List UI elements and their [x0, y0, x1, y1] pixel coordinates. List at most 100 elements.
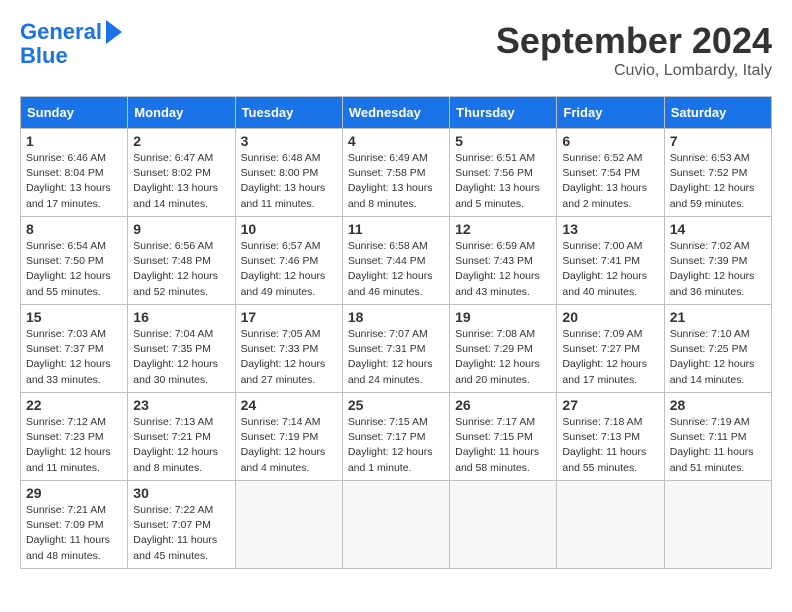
- day-info: Sunrise: 7:12 AM Sunset: 7:23 PM Dayligh…: [26, 415, 122, 476]
- sunrise-label: Sunrise: 7:09 AM: [562, 328, 642, 340]
- day-number: 21: [670, 309, 766, 325]
- sunset-label: Sunset: 7:52 PM: [670, 167, 748, 179]
- col-thursday: Thursday: [450, 97, 557, 129]
- day-info: Sunrise: 6:48 AM Sunset: 8:00 PM Dayligh…: [241, 151, 337, 212]
- sunset-label: Sunset: 7:15 PM: [455, 431, 533, 443]
- day-info: Sunrise: 6:59 AM Sunset: 7:43 PM Dayligh…: [455, 239, 551, 300]
- day-number: 18: [348, 309, 444, 325]
- col-saturday: Saturday: [664, 97, 771, 129]
- day-info: Sunrise: 7:18 AM Sunset: 7:13 PM Dayligh…: [562, 415, 658, 476]
- sunset-label: Sunset: 7:37 PM: [26, 343, 104, 355]
- table-row: [235, 481, 342, 569]
- table-row: 4 Sunrise: 6:49 AM Sunset: 7:58 PM Dayli…: [342, 129, 449, 217]
- daylight-label: Daylight: 12 hours and 46 minutes.: [348, 270, 433, 297]
- sunrise-label: Sunrise: 6:53 AM: [670, 152, 750, 164]
- sunset-label: Sunset: 7:48 PM: [133, 255, 211, 267]
- table-row: 20 Sunrise: 7:09 AM Sunset: 7:27 PM Dayl…: [557, 305, 664, 393]
- day-number: 19: [455, 309, 551, 325]
- table-row: 11 Sunrise: 6:58 AM Sunset: 7:44 PM Dayl…: [342, 217, 449, 305]
- daylight-label: Daylight: 11 hours and 48 minutes.: [26, 534, 110, 561]
- sunset-label: Sunset: 7:11 PM: [670, 431, 747, 443]
- day-number: 24: [241, 397, 337, 413]
- sunrise-label: Sunrise: 6:48 AM: [241, 152, 321, 164]
- sunrise-label: Sunrise: 7:07 AM: [348, 328, 428, 340]
- day-info: Sunrise: 6:53 AM Sunset: 7:52 PM Dayligh…: [670, 151, 766, 212]
- sunset-label: Sunset: 7:07 PM: [133, 519, 211, 531]
- sunrise-label: Sunrise: 6:56 AM: [133, 240, 213, 252]
- sunset-label: Sunset: 7:58 PM: [348, 167, 426, 179]
- calendar-row: 22 Sunrise: 7:12 AM Sunset: 7:23 PM Dayl…: [21, 393, 772, 481]
- table-row: 27 Sunrise: 7:18 AM Sunset: 7:13 PM Dayl…: [557, 393, 664, 481]
- table-row: [557, 481, 664, 569]
- daylight-label: Daylight: 13 hours and 5 minutes.: [455, 182, 540, 209]
- day-info: Sunrise: 7:04 AM Sunset: 7:35 PM Dayligh…: [133, 327, 229, 388]
- table-row: 19 Sunrise: 7:08 AM Sunset: 7:29 PM Dayl…: [450, 305, 557, 393]
- table-row: [664, 481, 771, 569]
- day-number: 28: [670, 397, 766, 413]
- table-row: [342, 481, 449, 569]
- table-row: 21 Sunrise: 7:10 AM Sunset: 7:25 PM Dayl…: [664, 305, 771, 393]
- daylight-label: Daylight: 12 hours and 20 minutes.: [455, 358, 540, 385]
- daylight-label: Daylight: 12 hours and 1 minute.: [348, 446, 433, 473]
- day-number: 3: [241, 133, 337, 149]
- sunrise-label: Sunrise: 7:14 AM: [241, 416, 321, 428]
- table-row: 8 Sunrise: 6:54 AM Sunset: 7:50 PM Dayli…: [21, 217, 128, 305]
- calendar-row: 29 Sunrise: 7:21 AM Sunset: 7:09 PM Dayl…: [21, 481, 772, 569]
- table-row: 30 Sunrise: 7:22 AM Sunset: 7:07 PM Dayl…: [128, 481, 235, 569]
- day-info: Sunrise: 7:08 AM Sunset: 7:29 PM Dayligh…: [455, 327, 551, 388]
- sunrise-label: Sunrise: 6:46 AM: [26, 152, 106, 164]
- day-number: 10: [241, 221, 337, 237]
- table-row: 9 Sunrise: 6:56 AM Sunset: 7:48 PM Dayli…: [128, 217, 235, 305]
- calendar-row: 8 Sunrise: 6:54 AM Sunset: 7:50 PM Dayli…: [21, 217, 772, 305]
- sunset-label: Sunset: 7:46 PM: [241, 255, 319, 267]
- day-number: 7: [670, 133, 766, 149]
- day-info: Sunrise: 7:09 AM Sunset: 7:27 PM Dayligh…: [562, 327, 658, 388]
- sunset-label: Sunset: 7:54 PM: [562, 167, 640, 179]
- day-number: 23: [133, 397, 229, 413]
- day-info: Sunrise: 7:05 AM Sunset: 7:33 PM Dayligh…: [241, 327, 337, 388]
- sunrise-label: Sunrise: 7:05 AM: [241, 328, 321, 340]
- col-tuesday: Tuesday: [235, 97, 342, 129]
- page-header: General Blue September 2024 Cuvio, Lomba…: [20, 20, 772, 80]
- sunrise-label: Sunrise: 7:04 AM: [133, 328, 213, 340]
- day-number: 25: [348, 397, 444, 413]
- day-number: 17: [241, 309, 337, 325]
- daylight-label: Daylight: 11 hours and 55 minutes.: [562, 446, 646, 473]
- sunrise-label: Sunrise: 6:59 AM: [455, 240, 535, 252]
- sunrise-label: Sunrise: 7:13 AM: [133, 416, 213, 428]
- daylight-label: Daylight: 12 hours and 24 minutes.: [348, 358, 433, 385]
- day-info: Sunrise: 6:58 AM Sunset: 7:44 PM Dayligh…: [348, 239, 444, 300]
- logo-text-blue: Blue: [20, 44, 122, 68]
- daylight-label: Daylight: 12 hours and 11 minutes.: [26, 446, 111, 473]
- sunrise-label: Sunrise: 7:21 AM: [26, 504, 106, 516]
- day-number: 2: [133, 133, 229, 149]
- day-info: Sunrise: 7:03 AM Sunset: 7:37 PM Dayligh…: [26, 327, 122, 388]
- day-info: Sunrise: 6:52 AM Sunset: 7:54 PM Dayligh…: [562, 151, 658, 212]
- table-row: 5 Sunrise: 6:51 AM Sunset: 7:56 PM Dayli…: [450, 129, 557, 217]
- sunrise-label: Sunrise: 7:15 AM: [348, 416, 428, 428]
- sunset-label: Sunset: 7:44 PM: [348, 255, 426, 267]
- day-info: Sunrise: 7:22 AM Sunset: 7:07 PM Dayligh…: [133, 503, 229, 564]
- sunrise-label: Sunrise: 6:47 AM: [133, 152, 213, 164]
- sunset-label: Sunset: 7:50 PM: [26, 255, 104, 267]
- daylight-label: Daylight: 12 hours and 49 minutes.: [241, 270, 326, 297]
- sunset-label: Sunset: 7:35 PM: [133, 343, 211, 355]
- day-number: 4: [348, 133, 444, 149]
- day-info: Sunrise: 7:02 AM Sunset: 7:39 PM Dayligh…: [670, 239, 766, 300]
- sunrise-label: Sunrise: 7:22 AM: [133, 504, 213, 516]
- day-number: 26: [455, 397, 551, 413]
- day-number: 27: [562, 397, 658, 413]
- table-row: 29 Sunrise: 7:21 AM Sunset: 7:09 PM Dayl…: [21, 481, 128, 569]
- sunset-label: Sunset: 8:04 PM: [26, 167, 104, 179]
- sunrise-label: Sunrise: 6:58 AM: [348, 240, 428, 252]
- daylight-label: Daylight: 13 hours and 8 minutes.: [348, 182, 433, 209]
- daylight-label: Daylight: 12 hours and 8 minutes.: [133, 446, 218, 473]
- daylight-label: Daylight: 12 hours and 43 minutes.: [455, 270, 540, 297]
- day-number: 8: [26, 221, 122, 237]
- daylight-label: Daylight: 12 hours and 4 minutes.: [241, 446, 326, 473]
- day-info: Sunrise: 7:17 AM Sunset: 7:15 PM Dayligh…: [455, 415, 551, 476]
- day-info: Sunrise: 7:15 AM Sunset: 7:17 PM Dayligh…: [348, 415, 444, 476]
- daylight-label: Daylight: 13 hours and 17 minutes.: [26, 182, 111, 209]
- day-info: Sunrise: 7:00 AM Sunset: 7:41 PM Dayligh…: [562, 239, 658, 300]
- sunrise-label: Sunrise: 7:00 AM: [562, 240, 642, 252]
